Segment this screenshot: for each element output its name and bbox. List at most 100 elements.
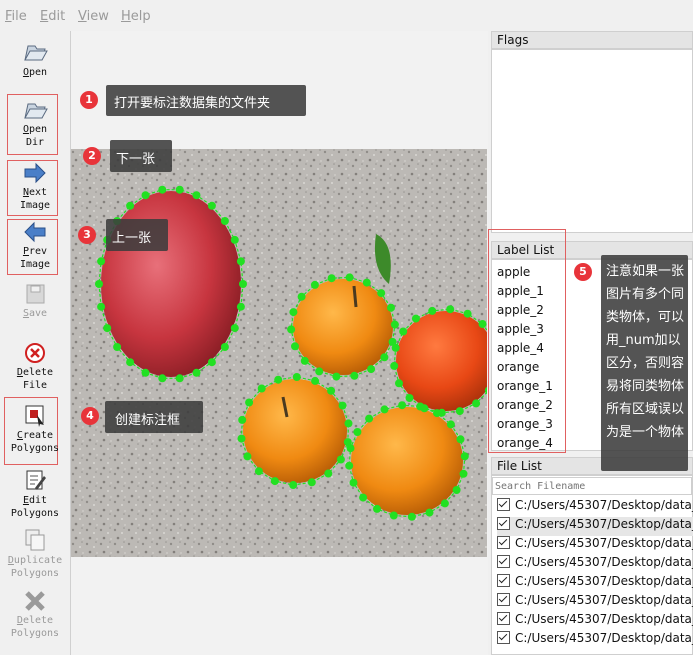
- polygon-vertex[interactable]: [175, 374, 184, 383]
- polygon-vertex[interactable]: [158, 374, 167, 383]
- polygon-vertex[interactable]: [141, 368, 150, 377]
- polygon-vertex[interactable]: [349, 478, 358, 487]
- annotated-image[interactable]: [71, 149, 487, 557]
- polygon-vertex[interactable]: [192, 191, 201, 200]
- polygon-vertex[interactable]: [291, 342, 299, 351]
- file-list-item[interactable]: C:/Users/45307/Desktop/data_: [497, 555, 693, 574]
- polygon-vertex[interactable]: [433, 409, 441, 418]
- polygon-vertex[interactable]: [245, 398, 254, 407]
- polygon-vertex[interactable]: [455, 407, 464, 416]
- delete-polygons-button[interactable]: Delete Polygons: [0, 588, 70, 640]
- polygon-vertex[interactable]: [332, 372, 341, 381]
- polygon-vertex[interactable]: [324, 469, 333, 478]
- flags-panel[interactable]: [491, 49, 693, 233]
- polygon-vertex[interactable]: [141, 191, 150, 200]
- polygon-vertex[interactable]: [310, 280, 319, 289]
- polygon-vertex[interactable]: [207, 358, 216, 367]
- edit-polygons-button[interactable]: Edit Polygons: [0, 468, 70, 520]
- polygon-vertex[interactable]: [274, 375, 283, 384]
- checkbox[interactable]: [497, 631, 510, 644]
- polygon-vertex[interactable]: [113, 343, 122, 351]
- polygon-vertex[interactable]: [126, 358, 135, 367]
- polygon-vertex[interactable]: [452, 486, 461, 494]
- polygon-vertex[interactable]: [446, 420, 455, 429]
- polygon-vertex[interactable]: [257, 384, 266, 393]
- polygon-vertex[interactable]: [390, 361, 399, 370]
- menu-edit[interactable]: Edit: [40, 9, 65, 24]
- polygon-vertex[interactable]: [95, 280, 103, 288]
- polygon-vertex[interactable]: [389, 511, 398, 520]
- prev-image-button[interactable]: Prev Image: [0, 221, 70, 271]
- polygon-vertex[interactable]: [460, 452, 469, 461]
- polygon-vertex[interactable]: [373, 504, 381, 513]
- polygon-vertex[interactable]: [377, 289, 386, 298]
- polygon-vertex[interactable]: [425, 508, 434, 517]
- polygon-vertex[interactable]: [287, 325, 296, 334]
- polygon-vertex[interactable]: [236, 257, 245, 266]
- polygon-vertex[interactable]: [459, 469, 468, 478]
- polygon-vertex[interactable]: [365, 414, 374, 423]
- polygon-vertex[interactable]: [270, 477, 279, 486]
- checkbox[interactable]: [497, 517, 510, 530]
- polygon-vertex[interactable]: [472, 399, 481, 408]
- polygon-vertex[interactable]: [254, 467, 263, 476]
- polygon-vertex[interactable]: [207, 201, 216, 210]
- polygon-vertex[interactable]: [192, 368, 201, 377]
- polygon-vertex[interactable]: [345, 461, 354, 470]
- polygon-vertex[interactable]: [345, 273, 354, 282]
- polygon-vertex[interactable]: [315, 367, 324, 376]
- checkbox[interactable]: [497, 536, 510, 549]
- polygon-vertex[interactable]: [407, 512, 416, 521]
- polygon-vertex[interactable]: [344, 419, 353, 428]
- file-list-item[interactable]: C:/Users/45307/Desktop/data_: [497, 593, 693, 612]
- file-list-item[interactable]: C:/Users/45307/Desktop/data_: [497, 631, 693, 650]
- polygon-vertex[interactable]: [289, 308, 298, 317]
- polygon-vertex[interactable]: [346, 444, 355, 453]
- polygon-vertex[interactable]: [463, 309, 472, 318]
- delete-file-button[interactable]: Delete File: [0, 342, 70, 392]
- polygon-vertex[interactable]: [243, 452, 252, 461]
- polygon-vertex[interactable]: [103, 324, 112, 333]
- polygon-vertex[interactable]: [239, 280, 247, 288]
- polygon-vertex[interactable]: [236, 302, 245, 311]
- checkbox[interactable]: [497, 593, 510, 606]
- file-list-item[interactable]: C:/Users/45307/Desktop/data_: [497, 498, 693, 517]
- polygon-vertex[interactable]: [411, 314, 420, 323]
- file-list-item[interactable]: C:/Users/45307/Desktop/data_: [497, 517, 693, 536]
- file-list-item[interactable]: C:/Users/45307/Desktop/data_: [497, 536, 693, 555]
- polygon-vertex[interactable]: [289, 481, 298, 489]
- file-list-item[interactable]: C:/Users/45307/Desktop/data_: [497, 612, 693, 631]
- polygon-vertex[interactable]: [338, 401, 347, 410]
- open-button[interactable]: Open: [0, 40, 70, 79]
- polygon-vertex[interactable]: [380, 405, 389, 414]
- polygon-vertex[interactable]: [126, 201, 135, 210]
- polygon-vertex[interactable]: [362, 278, 371, 287]
- polygon-vertex[interactable]: [327, 386, 336, 395]
- polygon-vertex[interactable]: [327, 274, 336, 283]
- polygon-vertex[interactable]: [398, 401, 407, 410]
- polygon-vertex[interactable]: [390, 320, 399, 329]
- polygon-vertex[interactable]: [387, 303, 395, 312]
- polygon-vertex[interactable]: [238, 415, 247, 424]
- polygon-vertex[interactable]: [220, 343, 229, 351]
- polygon-vertex[interactable]: [297, 292, 306, 301]
- polygon-vertex[interactable]: [230, 324, 239, 333]
- polygon-vertex[interactable]: [300, 356, 309, 365]
- open-dir-button[interactable]: Open Dir: [0, 99, 70, 149]
- polygon-vertex[interactable]: [405, 394, 414, 402]
- polygon-vertex[interactable]: [478, 320, 487, 328]
- next-image-button[interactable]: Next Image: [0, 162, 70, 212]
- polygon-vertex[interactable]: [97, 257, 106, 266]
- checkbox[interactable]: [497, 555, 510, 568]
- menu-help[interactable]: Help: [121, 9, 151, 24]
- checkbox[interactable]: [497, 612, 510, 625]
- polygon-vertex[interactable]: [350, 371, 359, 380]
- duplicate-polygons-button[interactable]: Duplicate Polygons: [0, 528, 70, 580]
- polygon-vertex[interactable]: [456, 435, 465, 444]
- checkbox[interactable]: [497, 498, 510, 511]
- polygon-vertex[interactable]: [97, 302, 106, 311]
- polygon-vertex[interactable]: [440, 499, 449, 508]
- polygon-vertex[interactable]: [307, 478, 316, 487]
- polygon-vertex[interactable]: [428, 306, 437, 315]
- polygon-vertex[interactable]: [158, 185, 167, 194]
